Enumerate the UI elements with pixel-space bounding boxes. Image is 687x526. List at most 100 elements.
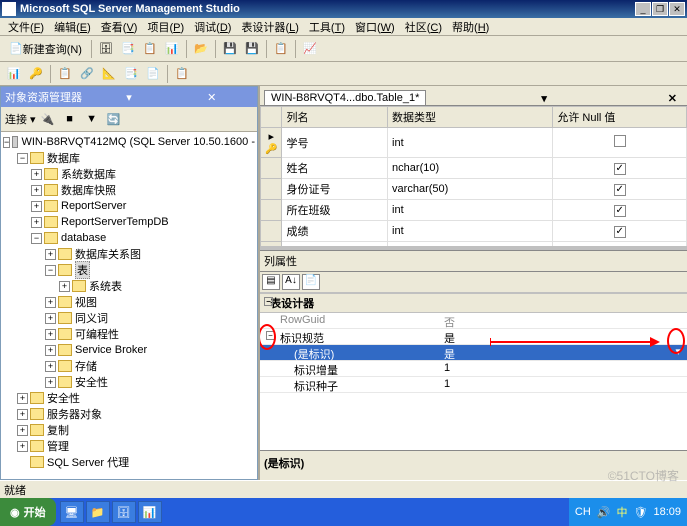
table-row[interactable]: 所在班级int✓ — [261, 200, 687, 221]
table-designer-grid[interactable]: 列名 数据类型 允许 Null 值 ▸🔑学号int 姓名nchar(10)✓ 身… — [260, 106, 687, 246]
expand-icon[interactable]: + — [59, 281, 70, 292]
menu-community[interactable]: 社区(C) — [401, 18, 446, 36]
tree-security-inner[interactable]: 安全性 — [75, 374, 108, 390]
tree-sys-db[interactable]: 系统数据库 — [61, 166, 116, 182]
taskbar-item[interactable]: 🗄 — [112, 501, 136, 523]
tree-synonyms[interactable]: 同义词 — [75, 310, 108, 326]
prop-alpha-button[interactable]: A↓ — [282, 274, 300, 290]
tb2-btn4[interactable]: 🔗 — [77, 64, 97, 84]
tree-databases[interactable]: 数据库 — [47, 150, 80, 166]
expand-icon[interactable]: + — [45, 361, 56, 372]
explorer-tb4[interactable]: 🔄 — [104, 109, 124, 129]
menu-file[interactable]: 文件(F) — [4, 18, 48, 36]
collapse-icon[interactable]: − — [264, 297, 273, 306]
expand-icon[interactable]: + — [45, 313, 56, 324]
expand-icon[interactable]: + — [31, 185, 42, 196]
expand-icon[interactable]: − — [31, 233, 42, 244]
tree-storage[interactable]: 存储 — [75, 358, 97, 374]
col-header-null[interactable]: 允许 Null 值 — [553, 107, 687, 128]
expand-icon[interactable]: + — [45, 345, 56, 356]
menu-tabledesigner[interactable]: 表设计器(L) — [237, 18, 302, 36]
tb2-btn6[interactable]: 📑 — [121, 64, 141, 84]
tree-security[interactable]: 安全性 — [47, 390, 80, 406]
tree-sql-agent[interactable]: SQL Server 代理 — [47, 454, 129, 470]
tree-reportserver[interactable]: ReportServer — [61, 200, 126, 212]
menu-debug[interactable]: 调试(D) — [190, 18, 235, 36]
explorer-pin-button[interactable]: ▾ — [88, 91, 171, 103]
tree-server-objects[interactable]: 服务器对象 — [47, 406, 102, 422]
menu-help[interactable]: 帮助(H) — [448, 18, 493, 36]
tab-close-button[interactable]: ✕ — [662, 92, 683, 105]
tree-management[interactable]: 管理 — [47, 438, 69, 454]
lang-indicator[interactable]: CH — [575, 506, 591, 518]
checkbox[interactable]: ✓ — [614, 184, 626, 196]
explorer-close-button[interactable]: ✕ — [170, 91, 253, 103]
menu-edit[interactable]: 编辑(E) — [50, 18, 95, 36]
checkbox[interactable]: ✓ — [614, 205, 626, 217]
save-button[interactable]: 💾 — [220, 39, 240, 59]
explorer-tb1[interactable]: 🔌 — [38, 109, 58, 129]
toolbar-btn-4[interactable]: 📊 — [162, 39, 182, 59]
expand-icon[interactable]: + — [31, 201, 42, 212]
tree-programmability[interactable]: 可编程性 — [75, 326, 119, 342]
close-button[interactable]: ✕ — [669, 2, 685, 16]
tree-root[interactable]: WIN-B8RVQT412MQ (SQL Server 10.50.1600 - — [21, 136, 255, 148]
taskbar-item[interactable]: 📁 — [86, 501, 110, 523]
expand-icon[interactable]: − — [45, 265, 56, 276]
taskbar-item[interactable]: 🖥 — [60, 501, 84, 523]
table-row[interactable]: 备注nvarchar(MAX)✓ — [261, 242, 687, 247]
menu-view[interactable]: 查看(V) — [97, 18, 142, 36]
maximize-button[interactable]: ❐ — [652, 2, 668, 16]
tree-diagram[interactable]: 数据库关系图 — [75, 246, 141, 262]
document-tab[interactable]: WIN-B8RVQT4...dbo.Table_1* — [264, 90, 426, 105]
expand-icon[interactable]: + — [31, 217, 42, 228]
checkbox[interactable]: ✓ — [614, 163, 626, 175]
expand-icon[interactable]: + — [45, 329, 56, 340]
prop-row-rowguid[interactable]: RowGuid否 — [260, 313, 687, 329]
tab-dropdown-button[interactable]: ▾ — [535, 92, 553, 105]
col-header-type[interactable]: 数据类型 — [388, 107, 553, 128]
table-row[interactable]: 成绩int✓ — [261, 221, 687, 242]
prop-propertypages-button[interactable]: 📄 — [302, 274, 320, 290]
tb2-btn7[interactable]: 📄 — [143, 64, 163, 84]
expand-icon[interactable]: + — [17, 425, 28, 436]
table-row[interactable]: 姓名nchar(10)✓ — [261, 158, 687, 179]
row-selector[interactable] — [261, 221, 282, 242]
explorer-tb3[interactable]: ▼ — [82, 109, 102, 129]
explorer-tb2[interactable]: ■ — [60, 109, 80, 129]
expand-icon[interactable]: + — [45, 377, 56, 388]
tree-database[interactable]: database — [61, 232, 106, 244]
expand-icon[interactable]: + — [17, 409, 28, 420]
menu-tools[interactable]: 工具(T) — [305, 18, 349, 36]
tree-snapshot[interactable]: 数据库快照 — [61, 182, 116, 198]
connect-button[interactable]: 连接 ▾ — [5, 111, 36, 127]
prop-row-identity-increment[interactable]: 标识增量1 — [260, 361, 687, 377]
activity-button[interactable]: 📈 — [300, 39, 320, 59]
checkbox[interactable] — [614, 135, 626, 147]
new-query-button[interactable]: 📄 新建查询(N) — [4, 39, 87, 59]
toolbar-btn-3[interactable]: 📋 — [140, 39, 160, 59]
table-row[interactable]: ▸🔑学号int — [261, 128, 687, 158]
start-button[interactable]: ◉ 开始 — [0, 498, 56, 526]
tb2-btn5[interactable]: 📐 — [99, 64, 119, 84]
tb2-btn8[interactable]: 📋 — [172, 64, 192, 84]
tray-icon[interactable]: 🔊 — [597, 506, 611, 519]
minimize-button[interactable]: _ — [635, 2, 651, 16]
row-selector[interactable] — [261, 200, 282, 221]
prop-category[interactable]: − 表设计器 — [260, 293, 687, 313]
expand-icon[interactable]: + — [31, 169, 42, 180]
tb2-btn2[interactable]: 🔑 — [26, 64, 46, 84]
expand-icon[interactable]: − — [17, 153, 28, 164]
tb2-btn1[interactable]: 📊 — [4, 64, 24, 84]
menu-window[interactable]: 窗口(W) — [351, 18, 399, 36]
expand-icon[interactable]: + — [45, 249, 56, 260]
toolbar-btn-db[interactable]: 🗄 — [96, 39, 116, 59]
tree-tables[interactable]: 表 — [75, 261, 90, 279]
expand-icon[interactable]: + — [45, 297, 56, 308]
col-header-name[interactable]: 列名 — [282, 107, 388, 128]
row-selector[interactable] — [261, 179, 282, 200]
row-selector[interactable]: ▸🔑 — [261, 128, 282, 158]
taskbar-item[interactable]: 📊 — [138, 501, 162, 523]
tree-reportservertempdb[interactable]: ReportServerTempDB — [61, 216, 169, 228]
toolbar-btn-2[interactable]: 📑 — [118, 39, 138, 59]
